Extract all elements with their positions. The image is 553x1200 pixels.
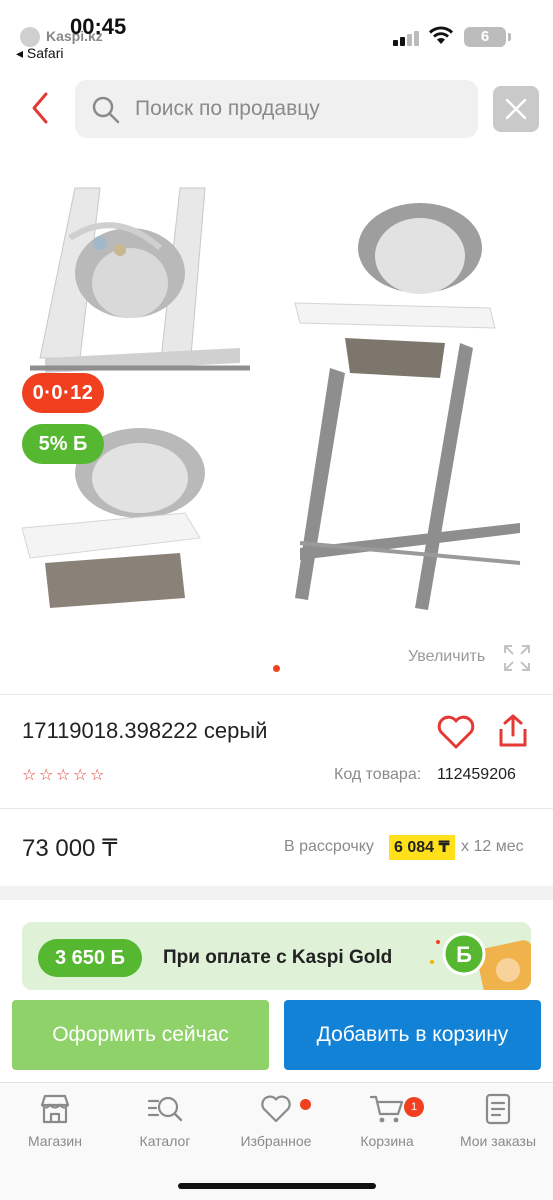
store-icon [40,1094,70,1124]
divider [0,808,553,809]
battery-tip [508,33,511,41]
divider [0,694,553,695]
svg-text:Б: Б [456,942,472,967]
star-icon: ☆ [56,767,71,784]
price: 73 000 ₸ [22,835,118,862]
product-gallery[interactable]: 0·0·12 5% Б Увеличить [0,168,553,688]
orders-icon [485,1093,511,1125]
close-icon[interactable] [493,86,539,132]
tab-label: Избранное [240,1133,312,1149]
installment-amount: 6 084 ₸ [389,835,455,860]
seller-search-input[interactable] [135,80,465,138]
tab-label: Магазин [27,1133,82,1149]
star-icon: ☆ [22,767,37,784]
section-separator [0,886,553,900]
installment-label: В рассрочку [284,838,374,855]
add-to-cart-button[interactable]: Добавить в корзину [284,1000,541,1070]
home-indicator[interactable] [178,1183,376,1189]
heart-icon [261,1095,291,1123]
tab-label: Мои заказы [459,1133,537,1149]
product-code-label: Код товара: [334,766,422,783]
status-bar: Kaspi.kz 00:45 ◂ Safari 6 [0,0,553,70]
search-icon [92,96,120,124]
buy-now-button[interactable]: Оформить сейчас [12,1000,269,1070]
zoom-link[interactable]: Увеличить [408,648,485,666]
heart-icon[interactable] [436,714,476,750]
tab-cart[interactable]: 1 Корзина [332,1093,442,1165]
highchair-illustration [294,203,521,610]
search-field[interactable] [75,80,478,138]
notification-dot [300,1099,311,1110]
swing-illustration [30,187,250,373]
kaspi-logo-icon [20,27,40,47]
product-code-value: 112459206 [437,766,516,783]
kaspi-gold-card-icon: Б [430,932,531,990]
tab-store[interactable]: Магазин [0,1093,110,1165]
gold-banner-text: При оплате с Kaspi Gold [163,947,393,968]
gallery-page-dot[interactable] [273,665,280,672]
star-icon: ☆ [90,767,105,784]
cart-count-badge: 1 [404,1097,424,1117]
search-header [0,78,553,140]
bonus-badge: 5% Б [22,424,104,464]
catalog-search-icon [147,1096,183,1122]
back-chevron-icon[interactable] [26,88,56,128]
wifi-icon [429,26,453,44]
tab-label: Корзина [360,1133,414,1149]
tab-catalog[interactable]: Каталог [110,1093,220,1165]
installment-term: х 12 мес [461,838,524,855]
share-icon[interactable] [496,713,530,749]
back-to-safari-link[interactable]: ◂ Safari [16,45,64,62]
tab-label: Каталог [139,1133,191,1149]
star-icon: ☆ [73,767,88,784]
tab-favorites[interactable]: Избранное [221,1093,331,1165]
gold-bonus-pill: 3 650 Б [38,939,142,977]
kaspi-gold-banner[interactable]: 3 650 Б При оплате с Kaspi Gold Б [22,922,531,990]
product-title: 17119018.398222 серый [22,718,268,743]
cart-icon [369,1095,404,1123]
star-icon: ☆ [39,767,54,784]
rating-stars[interactable]: ☆ ☆ ☆ ☆ ☆ [22,765,107,785]
battery-indicator: 6 [464,27,506,47]
cellular-signal-icon [393,30,421,46]
status-time: 00:45 [70,14,127,39]
expand-icon[interactable] [503,644,531,672]
tab-orders[interactable]: Мои заказы [443,1093,553,1165]
installment-badge: 0·0·12 [22,373,104,413]
